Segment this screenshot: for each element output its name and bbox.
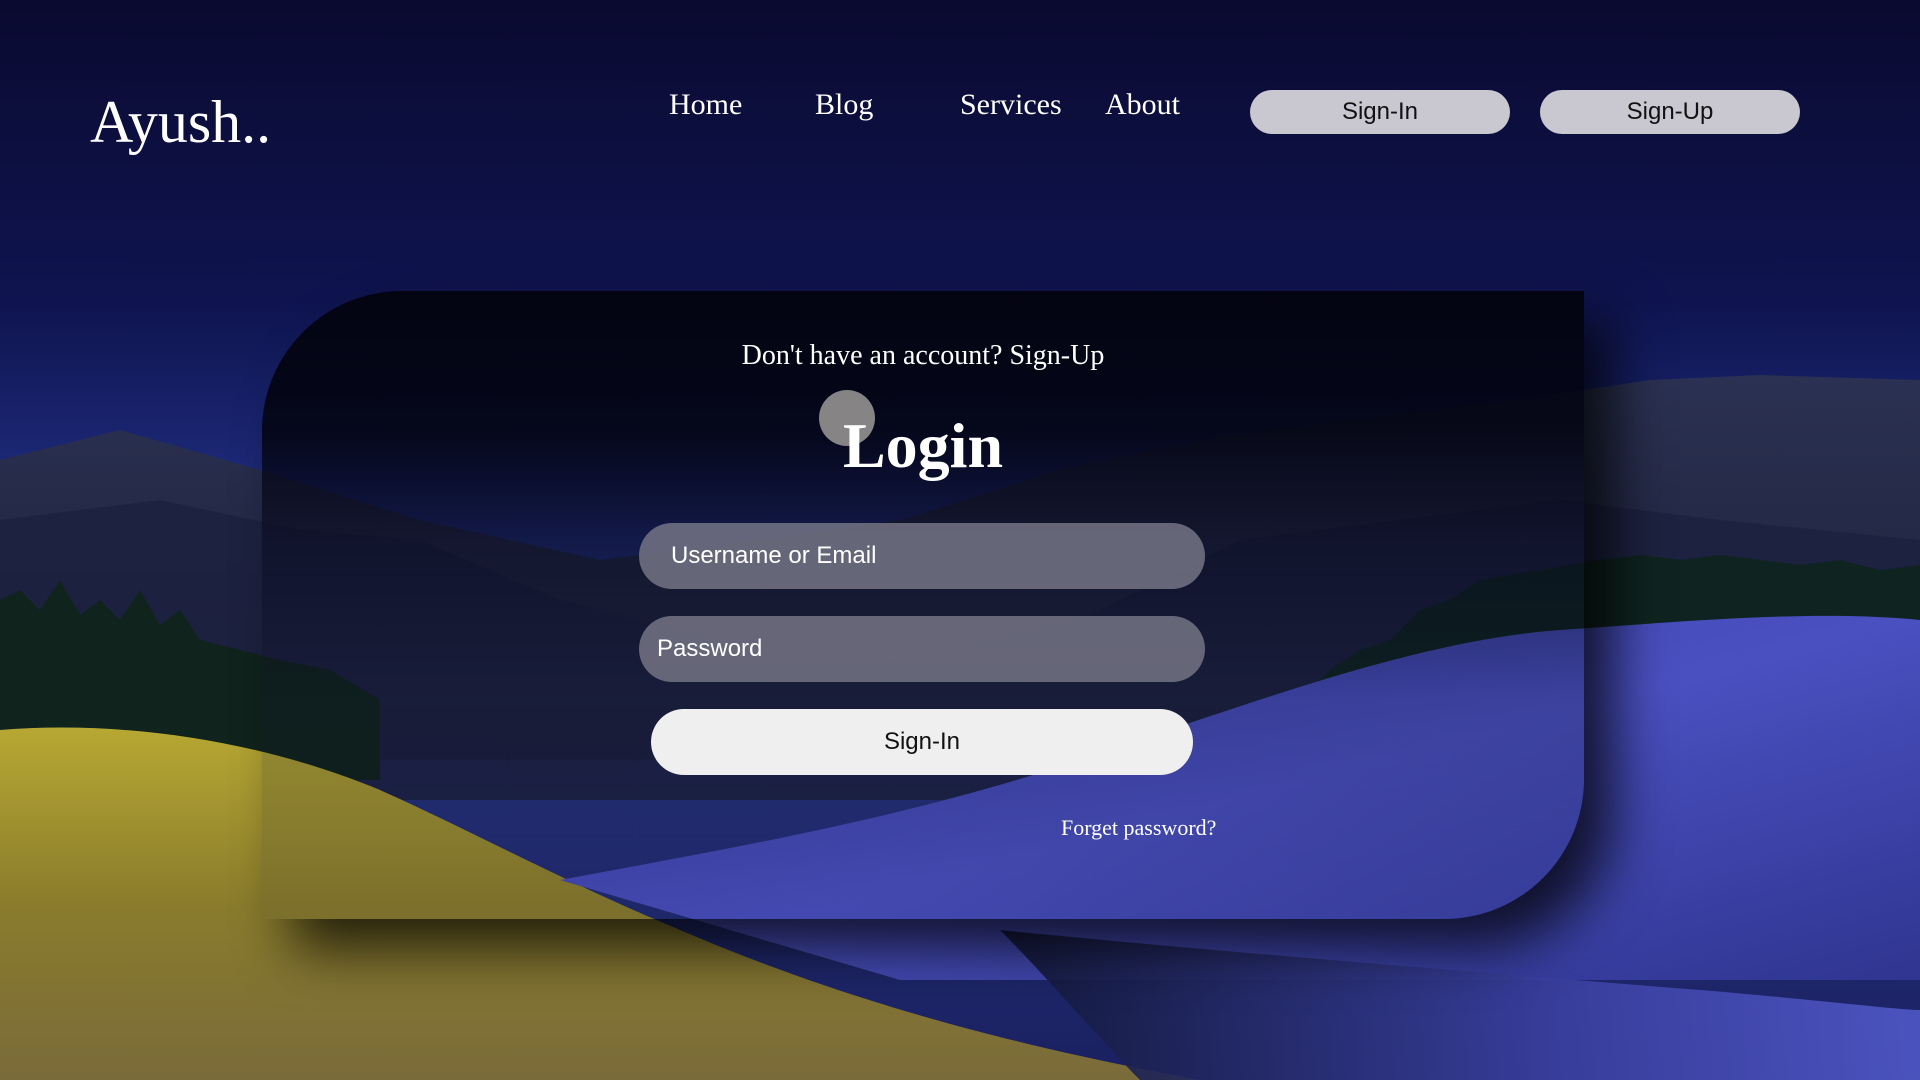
nav-blog[interactable]: Blog — [815, 88, 873, 122]
nav-about[interactable]: About — [1105, 88, 1180, 122]
forgot-password-link[interactable]: Forget password? — [1061, 815, 1216, 841]
password-input[interactable] — [639, 616, 1205, 682]
username-email-input[interactable] — [639, 523, 1205, 589]
header-sign-up-button[interactable]: Sign-Up — [1540, 90, 1800, 134]
header-sign-in-button[interactable]: Sign-In — [1250, 90, 1510, 134]
nav-services[interactable]: Services — [960, 88, 1062, 122]
login-title: Login — [842, 410, 1004, 481]
login-card: Don't have an account? Sign-Up Login Sig… — [262, 291, 1584, 919]
sign-in-submit-button[interactable]: Sign-In — [651, 709, 1193, 775]
nav-home[interactable]: Home — [669, 88, 742, 122]
brand-logo: Ayush.. — [90, 89, 272, 155]
signup-prompt-link[interactable]: Don't have an account? Sign-Up — [262, 340, 1584, 372]
